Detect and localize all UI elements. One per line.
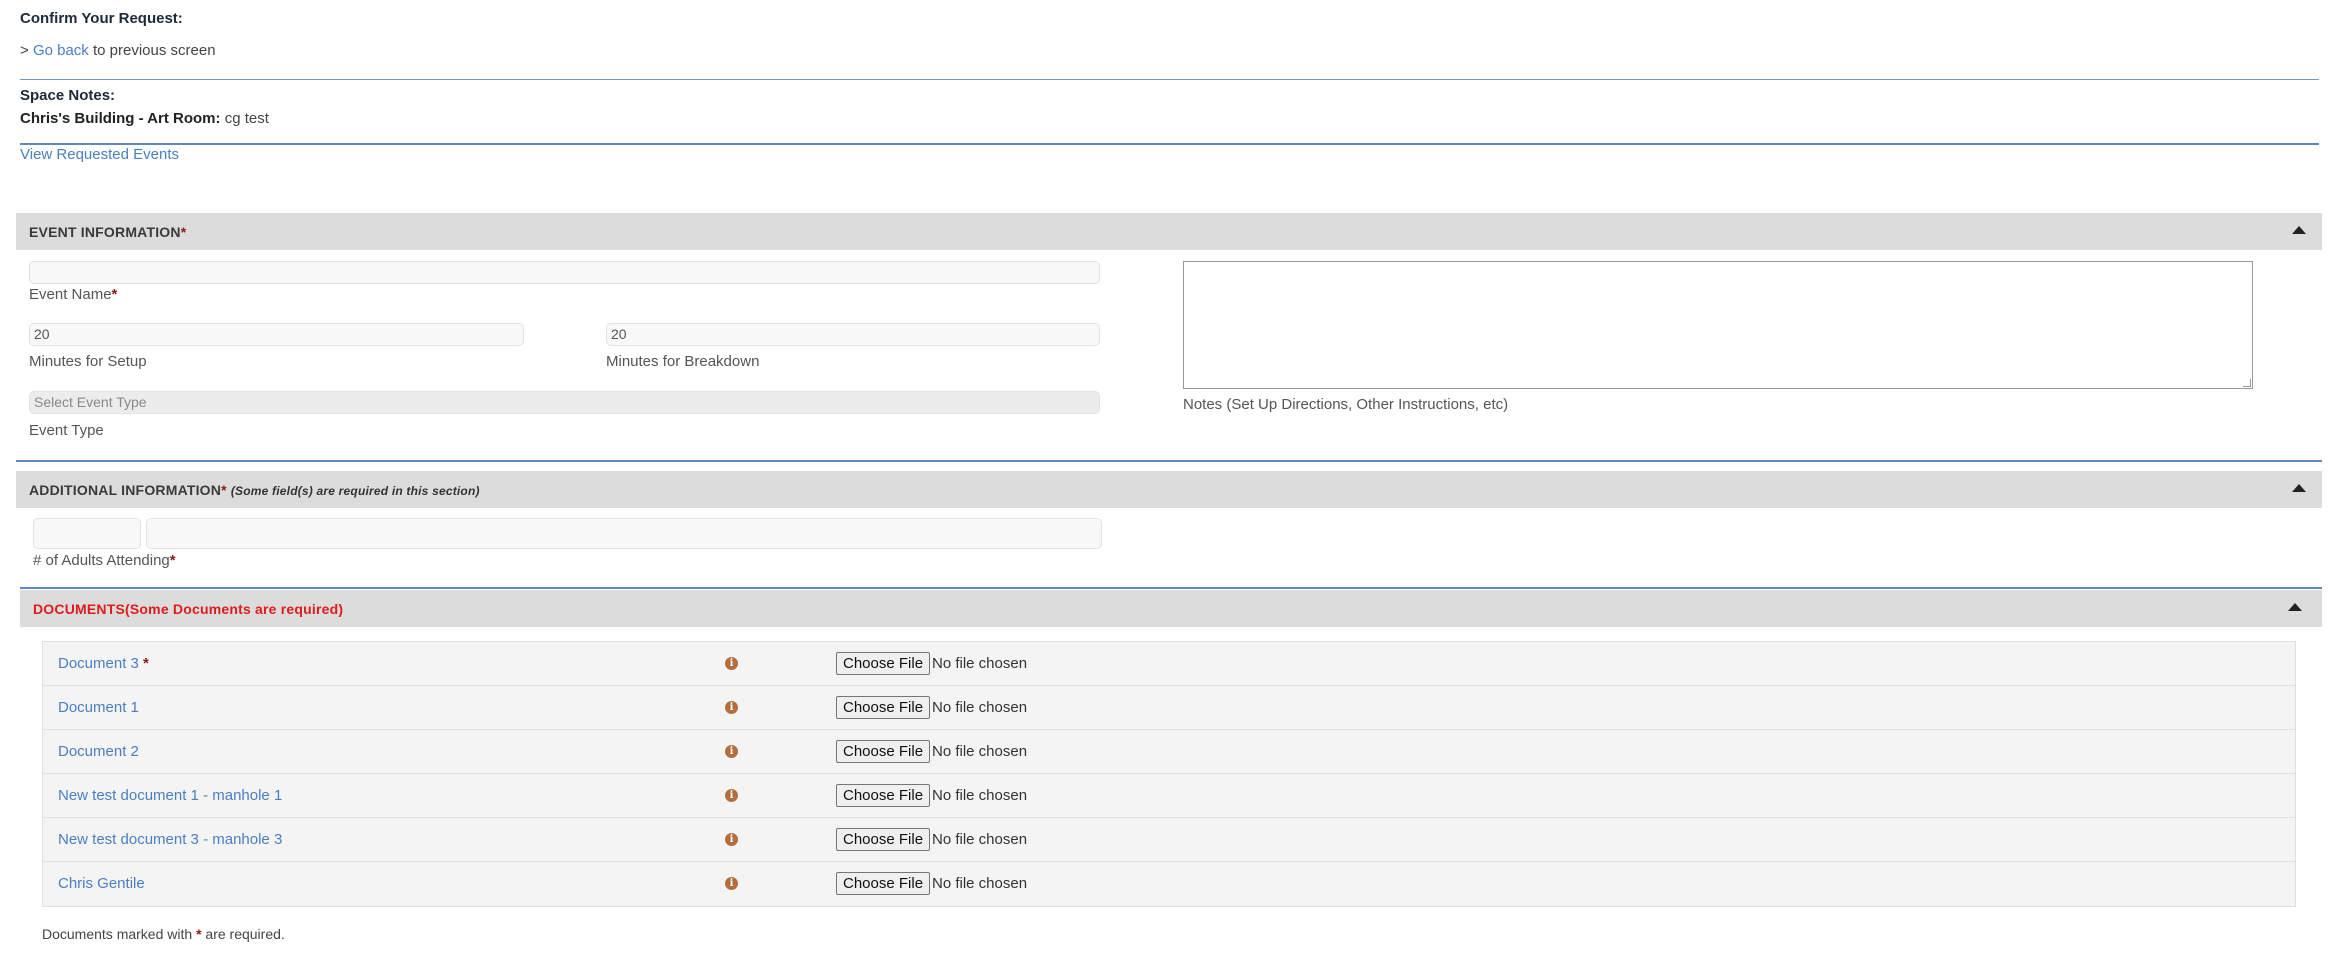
document-link[interactable]: Document 3 *	[58, 655, 149, 672]
no-file-chosen-text: No file chosen	[932, 875, 1028, 892]
document-row: Document 2 i Choose File No file chosen	[43, 730, 2295, 774]
document-row: Document 3 * i Choose File No file chose…	[43, 642, 2295, 686]
space-location: Chris's Building - Art Room:	[20, 110, 221, 127]
confirm-request-title: Confirm Your Request:	[20, 10, 183, 27]
adults-attending-label-text: # of Adults Attending	[33, 552, 170, 569]
info-circle-icon[interactable]: i	[725, 701, 738, 714]
no-file-chosen-text: No file chosen	[932, 787, 1028, 804]
document-link[interactable]: New test document 1 - manhole 1	[58, 787, 282, 804]
required-mark: *	[196, 926, 202, 942]
choose-file-button[interactable]: Choose File	[836, 652, 931, 675]
event-type-select[interactable]: Select Event Type	[29, 391, 1100, 414]
document-link[interactable]: Document 2	[58, 743, 139, 760]
info-circle-icon[interactable]: i	[725, 833, 738, 846]
minutes-breakdown-label: Minutes for Breakdown	[606, 353, 760, 370]
minutes-setup-label: Minutes for Setup	[29, 353, 147, 370]
caret-up-icon[interactable]	[2292, 226, 2306, 234]
info-circle-icon[interactable]: i	[725, 657, 738, 670]
adults-attending-label: # of Adults Attending*	[33, 552, 176, 569]
choose-file-button[interactable]: Choose File	[836, 828, 931, 851]
choose-file-button[interactable]: Choose File	[836, 872, 931, 895]
required-mark: *	[180, 224, 187, 240]
notes-textarea[interactable]	[1183, 261, 2253, 389]
document-row: Chris Gentile i Choose File No file chos…	[43, 862, 2295, 906]
document-row: New test document 1 - manhole 1 i Choose…	[43, 774, 2295, 818]
go-back-suffix: to previous screen	[92, 42, 216, 59]
required-mark: *	[111, 286, 118, 303]
adults-attending-extra-input[interactable]	[146, 518, 1102, 549]
event-name-input[interactable]	[29, 261, 1100, 284]
document-link[interactable]: Chris Gentile	[58, 875, 145, 892]
choose-file-button[interactable]: Choose File	[836, 696, 931, 719]
info-circle-icon[interactable]: i	[725, 789, 738, 802]
go-back-line: > Go back to previous screen	[20, 42, 216, 59]
minutes-setup-input[interactable]: 20	[29, 323, 524, 346]
event-information-title: EVENT INFORMATION*	[29, 224, 186, 240]
info-circle-icon[interactable]: i	[725, 877, 738, 890]
document-row: Document 1 i Choose File No file chosen	[43, 686, 2295, 730]
space-note-text: cg test	[224, 110, 269, 127]
no-file-chosen-text: No file chosen	[932, 699, 1028, 716]
go-back-prefix: >	[20, 42, 29, 59]
notes-label: Notes (Set Up Directions, Other Instruct…	[1183, 396, 1509, 413]
divider	[16, 460, 2322, 462]
documents-note-prefix: Documents marked with	[42, 926, 193, 942]
documents-header[interactable]: DOCUMENTS(Some Documents are required)	[20, 590, 2322, 627]
no-file-chosen-text: No file chosen	[932, 655, 1028, 672]
document-row: New test document 3 - manhole 3 i Choose…	[43, 818, 2295, 862]
view-requested-events-link[interactable]: View Requested Events	[20, 146, 179, 163]
event-information-header[interactable]: EVENT INFORMATION*	[16, 213, 2322, 250]
divider	[20, 79, 2319, 80]
document-name[interactable]: Document 3	[58, 655, 139, 672]
additional-information-title-text: ADDITIONAL INFORMATION	[29, 482, 222, 498]
documents-table: Document 3 * i Choose File No file chose…	[42, 641, 2296, 907]
document-link[interactable]: Document 1	[58, 699, 139, 716]
event-type-label: Event Type	[29, 422, 104, 439]
no-file-chosen-text: No file chosen	[932, 743, 1028, 760]
event-name-label-text: Event Name	[29, 286, 112, 303]
adults-attending-input[interactable]	[33, 518, 141, 549]
required-mark: *	[169, 552, 176, 569]
divider	[20, 587, 2322, 589]
caret-up-icon[interactable]	[2288, 603, 2302, 611]
additional-information-subtitle: (Some field(s) are required in this sect…	[230, 484, 480, 498]
info-circle-icon[interactable]: i	[725, 745, 738, 758]
document-link[interactable]: New test document 3 - manhole 3	[58, 831, 282, 848]
documents-title: DOCUMENTS(Some Documents are required)	[33, 601, 344, 617]
documents-note-suffix: are required.	[205, 926, 285, 942]
go-back-link[interactable]: Go back	[33, 42, 89, 59]
additional-information-title: ADDITIONAL INFORMATION* (Some field(s) a…	[29, 482, 480, 498]
documents-required-note: Documents marked with * are required.	[42, 926, 285, 942]
resize-grip-icon[interactable]	[2243, 379, 2251, 387]
required-mark: *	[143, 655, 149, 672]
caret-up-icon[interactable]	[2292, 484, 2306, 492]
choose-file-button[interactable]: Choose File	[836, 784, 931, 807]
event-name-label: Event Name*	[29, 286, 117, 303]
required-mark: *	[221, 482, 227, 498]
divider	[20, 143, 2319, 145]
minutes-breakdown-input[interactable]: 20	[606, 323, 1100, 346]
space-notes-title: Space Notes:	[20, 87, 116, 104]
choose-file-button[interactable]: Choose File	[836, 740, 931, 763]
event-information-title-text: EVENT INFORMATION	[29, 224, 181, 240]
no-file-chosen-text: No file chosen	[932, 831, 1028, 848]
space-notes-row: Chris's Building - Art Room: cg test	[20, 110, 269, 127]
additional-information-header[interactable]: ADDITIONAL INFORMATION* (Some field(s) a…	[16, 471, 2322, 508]
